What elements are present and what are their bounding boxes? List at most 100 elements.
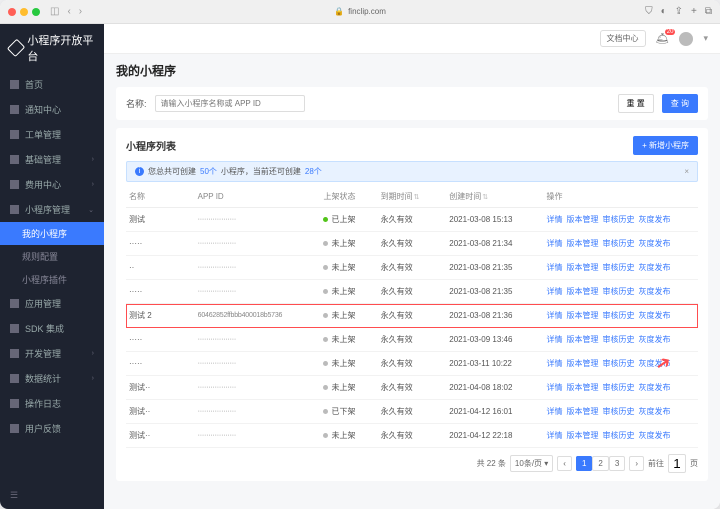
sidebar-item[interactable]: 开发管理› [0,341,104,366]
action-detail[interactable]: 详情 [547,383,563,392]
avatar[interactable] [679,32,693,46]
close-window-icon[interactable] [8,8,16,16]
action-gray[interactable]: 灰度发布 [639,359,671,368]
action-detail[interactable]: 详情 [547,311,563,320]
table-row: 测试·· ·················· 已下架 永久有效 2021-04… [126,400,698,424]
sidebar-subitem[interactable]: 我的小程序 [0,222,104,245]
sidebar-toggle-icon[interactable]: ◫ [50,6,59,17]
address-bar[interactable]: 🔒 finclip.com [334,7,386,16]
action-gray[interactable]: 灰度发布 [639,239,671,248]
sidebar-item[interactable]: 费用中心› [0,172,104,197]
prev-page-button[interactable]: ‹ [557,456,572,471]
sidebar-subitem[interactable]: 小程序插件 [0,268,104,291]
sidebar-item[interactable]: 小程序管理⌄ [0,197,104,222]
next-page-button[interactable]: › [629,456,644,471]
col-expire[interactable]: 到期时间⇅ [378,186,447,208]
page-number-button[interactable]: 1 [576,456,592,471]
action-version[interactable]: 版本管理 [567,335,599,344]
share-icon[interactable]: ⇪ [675,6,683,17]
sidebar-item[interactable]: SDK 集成 [0,316,104,341]
back-icon[interactable]: ‹ [67,6,70,17]
cell-appid: 60462852ffbbb400018b5736 [195,304,321,328]
add-miniapp-button[interactable]: + 新增小程序 [633,136,698,155]
cell-name: 测试 [126,208,195,232]
action-gray[interactable]: 灰度发布 [639,407,671,416]
action-version[interactable]: 版本管理 [567,407,599,416]
action-detail[interactable]: 详情 [547,215,563,224]
page-size-select[interactable]: 10条/页 ▾ [510,455,553,472]
cell-actions: 详情版本管理审核历史灰度发布 [544,208,699,232]
sidebar-item[interactable]: 数据统计› [0,366,104,391]
sidebar-item[interactable]: 应用管理 [0,291,104,316]
action-version[interactable]: 版本管理 [567,311,599,320]
sidebar-item[interactable]: 操作日志 [0,391,104,416]
doc-center-button[interactable]: 文档中心 [600,30,646,47]
reset-button[interactable]: 重 置 [618,94,654,113]
new-tab-icon[interactable]: + [691,6,697,17]
action-audit[interactable]: 审核历史 [603,311,635,320]
sidebar-item[interactable]: 用户反馈 [0,416,104,441]
action-detail[interactable]: 详情 [547,431,563,440]
action-audit[interactable]: 审核历史 [603,287,635,296]
action-gray[interactable]: 灰度发布 [639,311,671,320]
sidebar-item-label: 费用中心 [25,178,61,191]
col-appid[interactable]: APP ID [195,186,321,208]
action-audit[interactable]: 审核历史 [603,215,635,224]
sidebar-item[interactable]: 工单管理 [0,122,104,147]
action-audit[interactable]: 审核历史 [603,407,635,416]
action-detail[interactable]: 详情 [547,335,563,344]
action-gray[interactable]: 灰度发布 [639,287,671,296]
goto-page-input[interactable] [668,454,686,473]
action-gray[interactable]: 灰度发布 [639,383,671,392]
page-number-button[interactable]: 3 [609,456,625,471]
tabs-icon[interactable]: ⧉ [705,6,712,17]
sidebar-item[interactable]: 通知中心 [0,97,104,122]
minimize-window-icon[interactable] [20,8,28,16]
action-version[interactable]: 版本管理 [567,359,599,368]
table-row: ····· ·················· 未上架 永久有效 2021-0… [126,352,698,376]
search-input[interactable] [155,95,305,112]
window-controls[interactable] [8,8,40,16]
cell-status: 未上架 [320,352,377,376]
reader-icon[interactable]: ◐ [661,6,667,17]
action-version[interactable]: 版本管理 [567,383,599,392]
action-gray[interactable]: 灰度发布 [639,263,671,272]
action-gray[interactable]: 灰度发布 [639,431,671,440]
maximize-window-icon[interactable] [32,8,40,16]
col-status[interactable]: 上架状态 [320,186,377,208]
action-version[interactable]: 版本管理 [567,215,599,224]
page-number-button[interactable]: 2 [592,456,608,471]
notification-icon[interactable]: 🛎20 [656,32,670,45]
forward-icon[interactable]: › [79,6,82,17]
action-audit[interactable]: 审核历史 [603,263,635,272]
action-gray[interactable]: 灰度发布 [639,335,671,344]
user-menu-chevron-icon[interactable]: ▾ [703,33,708,44]
brand[interactable]: 小程序开放平台 [0,24,104,72]
sidebar-subitem[interactable]: 规则配置 [0,245,104,268]
col-name[interactable]: 名称 [126,186,195,208]
alert-close-icon[interactable]: × [684,167,689,176]
action-version[interactable]: 版本管理 [567,287,599,296]
action-gray[interactable]: 灰度发布 [639,215,671,224]
action-audit[interactable]: 审核历史 [603,239,635,248]
action-detail[interactable]: 详情 [547,287,563,296]
action-audit[interactable]: 审核历史 [603,431,635,440]
action-version[interactable]: 版本管理 [567,239,599,248]
action-version[interactable]: 版本管理 [567,263,599,272]
sidebar-collapse-icon[interactable]: ☰ [0,482,104,509]
action-detail[interactable]: 详情 [547,359,563,368]
action-detail[interactable]: 详情 [547,263,563,272]
action-detail[interactable]: 详情 [547,239,563,248]
sidebar: 小程序开放平台 首页通知中心工单管理基础管理›费用中心›小程序管理⌄我的小程序规… [0,24,104,509]
status-dot-icon [323,241,328,246]
shield-icon[interactable]: ⛉ [645,6,653,17]
action-audit[interactable]: 审核历史 [603,359,635,368]
sidebar-item[interactable]: 基础管理› [0,147,104,172]
query-button[interactable]: 查 询 [662,94,698,113]
col-created[interactable]: 创建时间⇅ [446,186,543,208]
action-audit[interactable]: 审核历史 [603,335,635,344]
action-audit[interactable]: 审核历史 [603,383,635,392]
sidebar-item[interactable]: 首页 [0,72,104,97]
action-version[interactable]: 版本管理 [567,431,599,440]
action-detail[interactable]: 详情 [547,407,563,416]
